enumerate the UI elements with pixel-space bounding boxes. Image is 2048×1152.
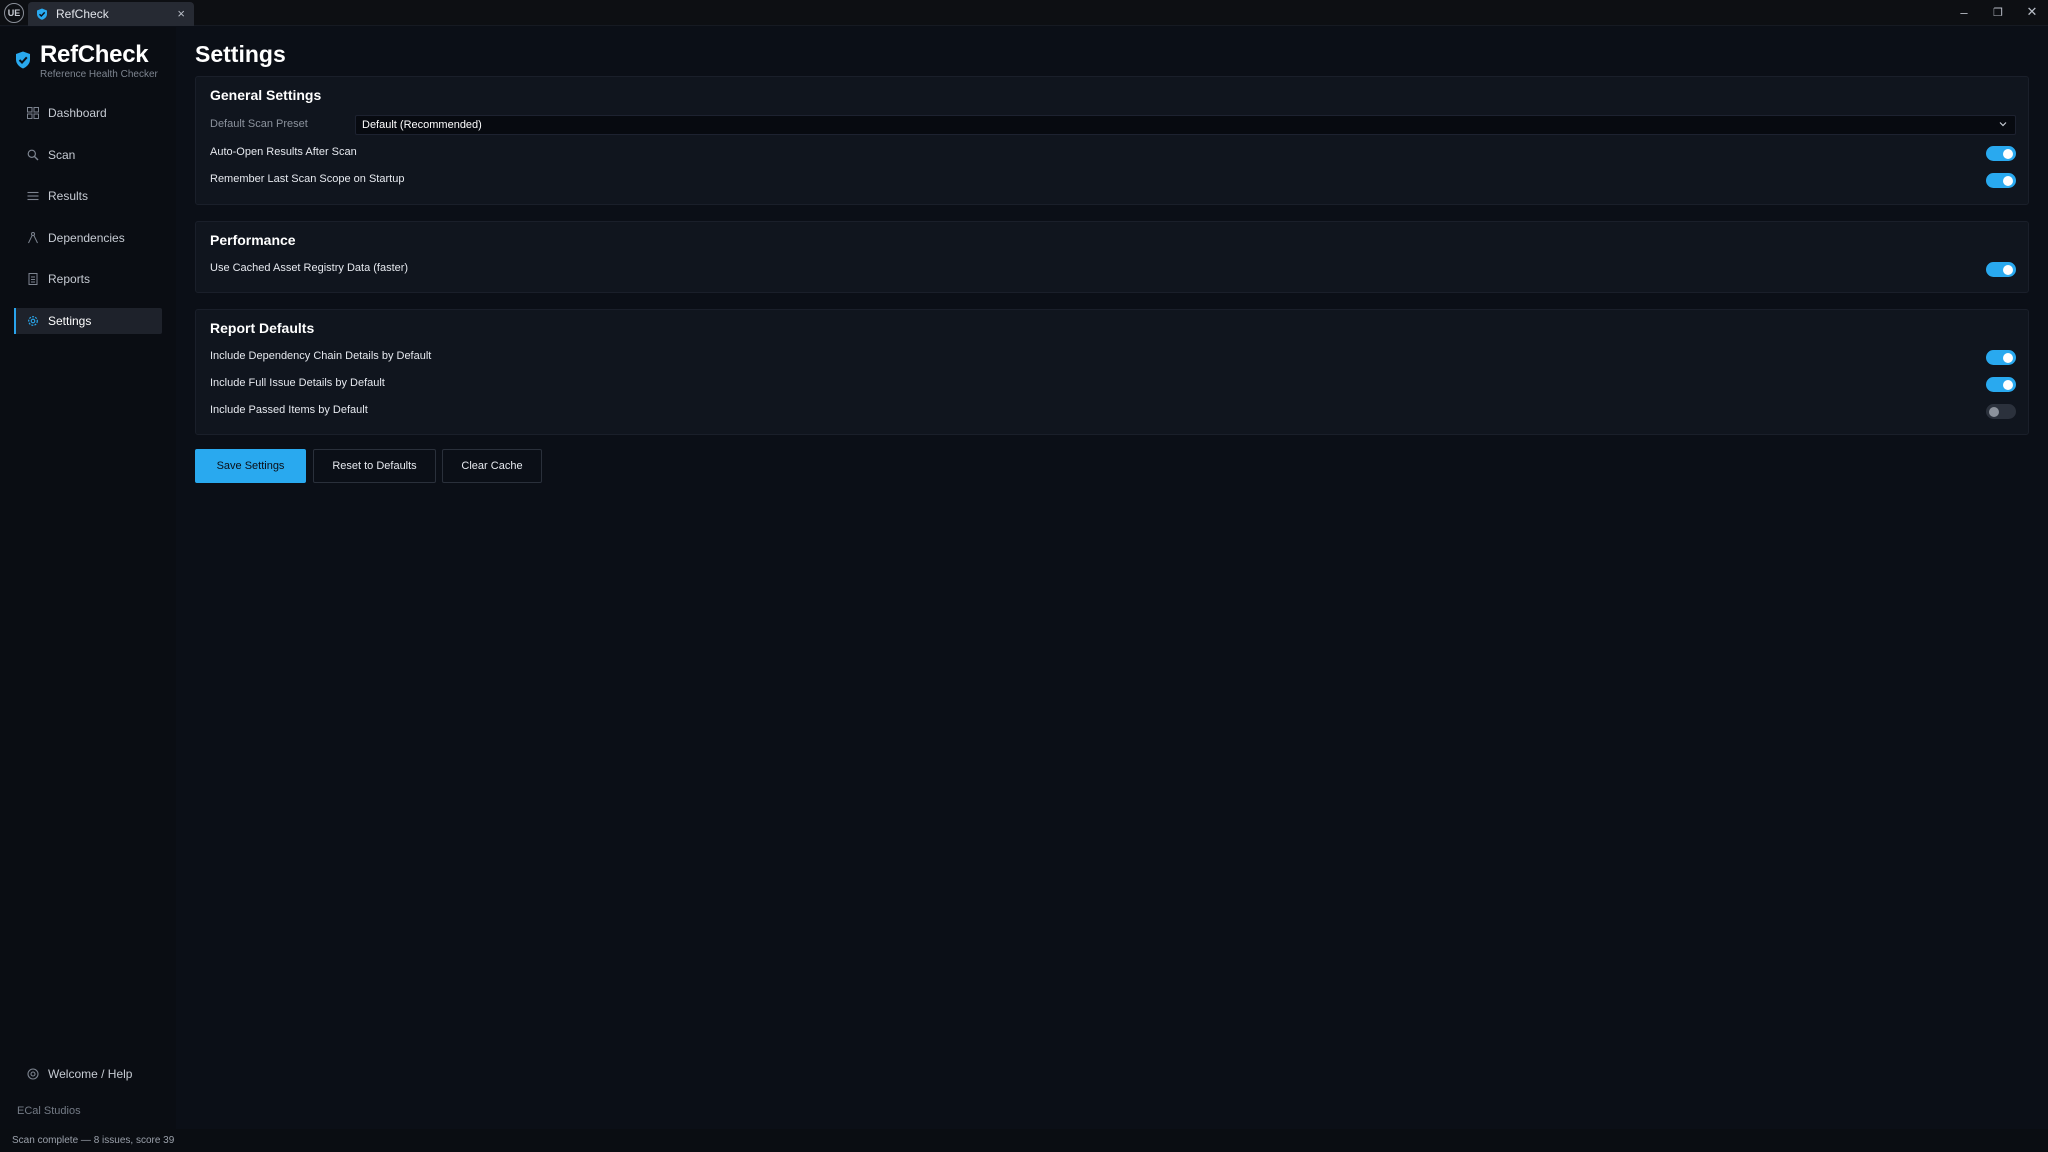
dependency-chain-toggle[interactable] [1986,350,2016,365]
toggle-knob [1989,406,1999,417]
card-title: Performance [210,232,296,248]
sidebar-item-label: Reports [48,272,91,286]
tree-icon [28,232,38,244]
sidebar: RefCheck Reference Health Checker Dashbo… [0,27,176,1129]
dependency-chain-label: Include Dependency Chain Details by Defa… [210,350,432,362]
passed-items-toggle[interactable] [1986,404,2016,419]
card-title: General Settings [210,87,322,103]
title-bar: UE RefCheck × – ❐ ✕ [0,0,2048,26]
full-issue-label: Include Full Issue Details by Default [210,377,385,389]
auto-open-toggle[interactable] [1986,146,2016,161]
remember-scope-label: Remember Last Scan Scope on Startup [210,173,405,185]
sidebar-item-label: Dashboard [48,106,107,120]
sidebar-item-label: Scan [48,148,76,162]
sidebar-item-label: Settings [48,314,92,328]
brand-subtitle: Reference Health Checker [40,69,158,80]
clear-cache-button[interactable]: Clear Cache [442,449,542,483]
sidebar-item-scan[interactable]: Scan [14,142,162,168]
sidebar-item-dashboard[interactable]: Dashboard [14,100,162,126]
sidebar-item-label: Results [48,189,89,203]
document-icon [28,273,38,285]
cached-registry-row: Use Cached Asset Registry Data (faster) [210,259,2016,279]
status-text: Scan complete — 8 issues, score 39 [12,1135,175,1146]
sidebar-item-reports[interactable]: Reports [14,266,162,292]
full-issue-toggle[interactable] [1986,377,2016,392]
full-issue-row: Include Full Issue Details by Default [210,374,2016,394]
status-bar: Scan complete — 8 issues, score 39 [0,1129,2048,1152]
dependency-chain-row: Include Dependency Chain Details by Defa… [210,347,2016,367]
shield-icon [37,8,47,20]
sidebar-item-label: Welcome / Help [48,1067,133,1081]
auto-open-row: Auto-Open Results After Scan [210,143,2016,163]
brand-name: RefCheck [40,41,149,68]
tab-close-icon[interactable]: × [177,6,185,21]
toggle-knob [2003,379,2013,390]
scan-preset-label: Default Scan Preset [210,118,308,130]
tab-refcheck[interactable]: RefCheck × [28,2,194,26]
restore-icon[interactable]: ❐ [1984,2,2012,22]
close-window-icon[interactable]: ✕ [2018,2,2046,22]
list-icon [27,191,39,201]
remember-scope-toggle[interactable] [1986,173,2016,188]
performance-card: Performance Use Cached Asset Registry Da… [195,221,2029,293]
search-icon [27,149,39,161]
report-defaults-card: Report Defaults Include Dependency Chain… [195,309,2029,435]
sidebar-item-label: Dependencies [48,231,125,245]
studio-label: ECal Studios [17,1105,81,1117]
passed-items-row: Include Passed Items by Default [210,401,2016,421]
cached-registry-label: Use Cached Asset Registry Data (faster) [210,262,409,274]
toggle-knob [2003,148,2013,159]
scan-preset-row: Default Scan Preset Default (Recommended… [210,115,2016,135]
unreal-logo-icon[interactable]: UE [4,3,24,23]
card-title: Report Defaults [210,320,315,336]
save-settings-button[interactable]: Save Settings [195,449,306,483]
cached-registry-toggle[interactable] [1986,262,2016,277]
brand-shield-icon [16,51,30,69]
sidebar-item-help[interactable]: Welcome / Help [14,1061,162,1087]
reset-defaults-button[interactable]: Reset to Defaults [313,449,436,483]
toggle-knob [2003,264,2013,275]
tab-label: RefCheck [56,7,109,21]
general-settings-card: General Settings Default Scan Preset Def… [195,76,2029,205]
page-title: Settings [195,41,286,67]
passed-items-label: Include Passed Items by Default [210,404,368,416]
chevron-down-icon [1999,122,2007,127]
sidebar-item-dependencies[interactable]: Dependencies [14,225,162,251]
help-icon [27,1068,39,1080]
toggle-knob [2003,175,2013,186]
remember-scope-row: Remember Last Scan Scope on Startup [210,170,2016,190]
toggle-knob [2003,352,2013,363]
auto-open-label: Auto-Open Results After Scan [210,146,357,158]
gear-icon [28,316,38,326]
scan-preset-value: Default (Recommended) [362,119,482,131]
grid-icon [27,107,39,119]
sidebar-item-settings[interactable]: Settings [14,308,162,334]
sidebar-item-results[interactable]: Results [14,183,162,209]
minimize-icon[interactable]: – [1950,2,1978,22]
scan-preset-select[interactable]: Default (Recommended) [355,115,2016,135]
main-content: Settings General Settings Default Scan P… [176,27,2048,1129]
